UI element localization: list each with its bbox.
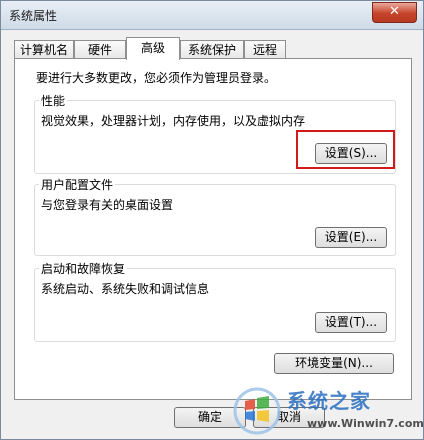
user-profiles-title: 用户配置文件 [39,176,116,193]
highlight-box [296,130,395,169]
watermark-url: www.Winwin7.com [307,417,424,430]
watermark-logo: 系统之家 www.Winwin7.com [229,381,424,439]
close-icon: ✕ [389,4,400,19]
admin-notice: 要进行大多数更改，您必须作为管理员登录。 [36,71,277,85]
watermark-text: 系统之家 [287,389,371,413]
user-profiles-group: 用户配置文件 与您登录有关的桌面设置 设置(E)... [34,176,396,256]
tab-hardware[interactable]: 硬件 [74,40,126,59]
performance-description: 视觉效果，处理器计划，内存使用，以及虚拟内存 [41,114,306,128]
startup-recovery-group: 启动和故障恢复 系统启动、系统失败和调试信息 设置(T)... [34,260,396,342]
tab-advanced[interactable]: 高级 [126,37,180,60]
title-bar[interactable]: 系统属性 ✕ [1,1,423,30]
performance-title: 性能 [39,92,68,109]
startup-recovery-description: 系统启动、系统失败和调试信息 [41,282,210,296]
tab-remote[interactable]: 远程 [244,40,286,59]
startup-recovery-settings-button[interactable]: 设置(T)... [315,312,387,333]
system-properties-window: 系统属性 ✕ 计算机名 硬件 高级 系统保护 远程 要进行大多数更改，您必须作为… [0,0,424,440]
close-button[interactable]: ✕ [372,2,417,23]
user-profiles-settings-button[interactable]: 设置(E)... [315,227,387,248]
user-profiles-description: 与您登录有关的桌面设置 [41,198,174,212]
tab-system-protection[interactable]: 系统保护 [180,40,244,59]
window-title: 系统属性 [9,9,58,23]
advanced-tab-panel: 要进行大多数更改，您必须作为管理员登录。 性能 视觉效果，处理器计划，内存使用，… [14,58,412,400]
tab-computer-name[interactable]: 计算机名 [14,40,74,59]
windows-logo-icon [233,387,281,435]
environment-variables-button[interactable]: 环境变量(N)... [274,353,394,374]
startup-recovery-title: 启动和故障恢复 [39,260,128,277]
